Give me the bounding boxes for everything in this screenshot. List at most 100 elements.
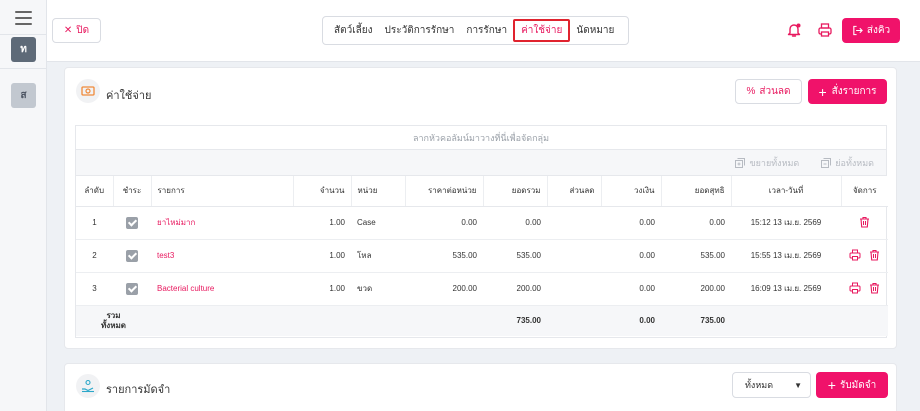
hand-coin-icon xyxy=(76,374,100,398)
send-arrow-icon xyxy=(853,25,863,36)
unit-cell: โหล xyxy=(351,239,405,273)
printer-icon[interactable] xyxy=(849,249,861,261)
total-cell: 535.00 xyxy=(483,239,547,273)
datetime-cell: 15:12 13 เม.ย. 2569 xyxy=(731,206,841,240)
trash-icon[interactable] xyxy=(869,282,880,294)
column-header[interactable]: ยอดสุทธิ xyxy=(661,176,732,207)
item-link[interactable]: Bacterial culture xyxy=(157,284,214,293)
paid-checkbox[interactable] xyxy=(126,216,138,229)
totals-label-line: รวม xyxy=(106,310,121,320)
expenses-title: ค่าใช้จ่าย xyxy=(106,90,152,102)
net-cell: 535.00 xyxy=(661,239,731,273)
column-header[interactable]: ชำระ xyxy=(113,176,152,207)
credit-cell: 0.00 xyxy=(601,206,661,240)
credit-cell: 0.00 xyxy=(601,272,661,306)
rail-avatar-active[interactable]: ท xyxy=(11,37,36,62)
group-panel[interactable]: ลากหัวคอลัมน์มาวางที่นี่เพื่อจัดกลุ่ม xyxy=(76,126,886,150)
credit-cell: 0.00 xyxy=(601,239,661,273)
order-items-button[interactable]: + สั่งรายการ xyxy=(808,79,887,104)
discount-button[interactable]: % ส่วนลด xyxy=(735,79,802,104)
column-header[interactable]: ยอดรวม xyxy=(483,176,548,207)
discount-button-label: ส่วนลด xyxy=(759,86,791,97)
qty-cell: 1.00 xyxy=(293,272,351,306)
deposit-filter-select[interactable]: ทั้งหมด ▼ xyxy=(732,372,811,398)
collapse-all-button[interactable]: ย่อทั้งหมด xyxy=(821,156,874,170)
column-header[interactable]: ลำดับ xyxy=(76,176,114,207)
trash-icon[interactable] xyxy=(869,249,880,261)
discount-cell xyxy=(547,206,601,240)
bell-icon[interactable] xyxy=(786,22,802,38)
table-row: 2 test3 1.00 โหล 535.00 535.00 0.00 535.… xyxy=(76,239,888,273)
column-header[interactable]: วงเงิน xyxy=(601,176,662,207)
close-icon: ✕ xyxy=(63,25,73,36)
percent-icon: % xyxy=(746,86,756,97)
plus-icon: + xyxy=(818,83,827,100)
send-queue-label: ส่งคิว xyxy=(866,25,891,36)
grid-toolbar: ขยายทั้งหมด ย่อทั้งหมด xyxy=(76,150,886,176)
column-header[interactable]: เวลา-วันที่ xyxy=(731,176,842,207)
top-bar: ✕ ปิด สัตว์เลี้ยง ประวัติการรักษา การรัก… xyxy=(47,0,920,62)
column-header[interactable]: ส่วนลด xyxy=(547,176,602,207)
printer-icon[interactable] xyxy=(817,22,833,38)
qty-cell: 1.00 xyxy=(293,239,351,273)
paid-checkbox[interactable] xyxy=(126,282,138,295)
tab-treatment-history[interactable]: ประวัติการรักษา xyxy=(379,19,461,42)
column-header[interactable]: จัดการ xyxy=(841,176,888,207)
grand-total: 735.00 xyxy=(483,305,547,336)
grand-credit: 0.00 xyxy=(601,305,661,336)
receive-deposit-label: รับมัดจำ xyxy=(839,379,877,391)
filter-value: ทั้งหมด xyxy=(745,380,774,390)
expand-all-label: ขยายทั้งหมด xyxy=(749,157,800,168)
column-header[interactable]: หน่วย xyxy=(351,176,406,207)
unit-price-cell: 535.00 xyxy=(405,239,483,273)
item-link[interactable]: test3 xyxy=(157,251,174,260)
collapse-icon xyxy=(821,157,832,168)
close-button-label: ปิด xyxy=(76,25,90,36)
datetime-cell: 16:09 13 เม.ย. 2569 xyxy=(731,272,841,306)
row-number: 3 xyxy=(76,272,113,306)
tab-appointments[interactable]: นัดหมาย xyxy=(570,19,620,42)
expand-all-button[interactable]: ขยายทั้งหมด xyxy=(735,156,799,170)
datetime-cell: 15:55 13 เม.ย. 2569 xyxy=(731,239,841,273)
caret-down-icon: ▼ xyxy=(794,380,802,390)
tab-pets[interactable]: สัตว์เลี้ยง xyxy=(328,19,379,42)
expand-icon xyxy=(735,157,746,168)
table-header-row: ลำดับ ชำระ รายการ จำนวน หน่วย ราคาต่อหน่… xyxy=(76,176,888,207)
deposits-title: รายการมัดจำ xyxy=(106,384,171,396)
grand-net: 735.00 xyxy=(661,305,731,336)
table-row: 3 Bacterial culture 1.00 ขวด 200.00 200.… xyxy=(76,272,888,306)
rail-divider xyxy=(0,68,47,69)
expenses-card: ค่าใช้จ่าย % ส่วนลด + สั่งรายการ ลากหัวค… xyxy=(64,67,897,349)
total-cell: 0.00 xyxy=(483,206,547,240)
send-queue-button[interactable]: ส่งคิว xyxy=(842,18,900,43)
rail-avatar[interactable]: ส xyxy=(11,83,36,108)
close-button[interactable]: ✕ ปิด xyxy=(52,18,101,43)
totals-row: รวม ทั้งหมด 735.00 0.00 735.00 xyxy=(76,305,888,336)
plus-icon: + xyxy=(827,377,836,393)
total-cell: 200.00 xyxy=(483,272,547,306)
unit-cell: ขวด xyxy=(351,272,405,306)
item-link[interactable]: ยาไหม่มาก xyxy=(157,218,195,227)
column-header[interactable]: รายการ xyxy=(151,176,294,207)
column-header[interactable]: จำนวน xyxy=(293,176,352,207)
net-cell: 0.00 xyxy=(661,206,731,240)
trash-icon[interactable] xyxy=(859,216,870,228)
net-cell: 200.00 xyxy=(661,272,731,306)
expenses-grid: ลากหัวคอลัมน์มาวางที่นี่เพื่อจัดกลุ่ม ขย… xyxy=(75,125,888,338)
discount-cell xyxy=(547,272,601,306)
tab-expenses[interactable]: ค่าใช้จ่าย xyxy=(513,19,571,42)
table-row: 1 ยาไหม่มาก 1.00 Case 0.00 0.00 0.00 0.0… xyxy=(76,206,888,240)
hamburger-menu-icon[interactable] xyxy=(15,11,32,25)
column-header[interactable]: ราคาต่อหน่วย xyxy=(405,176,484,207)
qty-cell: 1.00 xyxy=(293,206,351,240)
unit-cell: Case xyxy=(351,206,405,240)
expenses-table: ลำดับ ชำระ รายการ จำนวน หน่วย ราคาต่อหน่… xyxy=(76,176,888,336)
order-button-label: สั่งรายการ xyxy=(831,86,877,97)
printer-icon[interactable] xyxy=(849,282,861,294)
left-rail: ท ส xyxy=(0,0,47,411)
collapse-all-label: ย่อทั้งหมด xyxy=(835,157,874,168)
paid-checkbox[interactable] xyxy=(126,249,138,262)
row-number: 2 xyxy=(76,239,113,273)
tab-treatment[interactable]: การรักษา xyxy=(460,19,513,42)
receive-deposit-button[interactable]: + รับมัดจำ xyxy=(816,372,888,398)
